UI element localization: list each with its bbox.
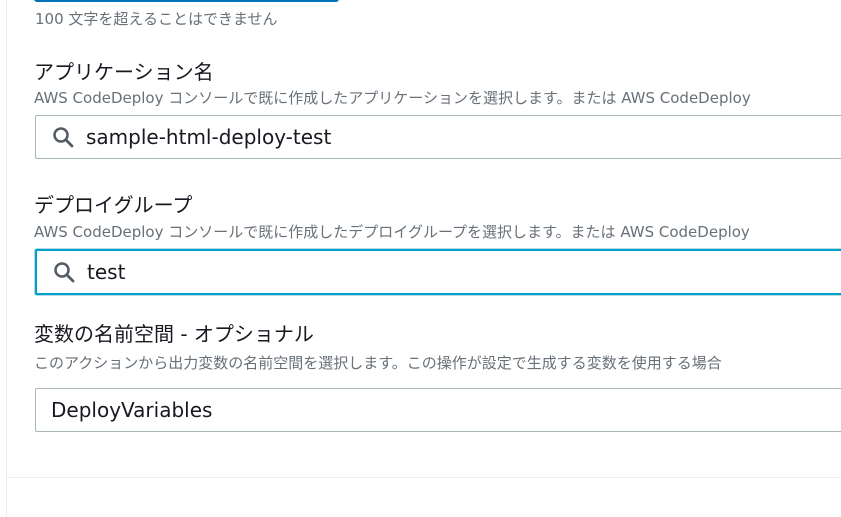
- panel-border: [0, 0, 7, 517]
- variable-namespace-label: 変数の名前空間 - オプショナル: [34, 322, 314, 346]
- previous-input-field[interactable]: [34, 0, 339, 2]
- application-name-search-input[interactable]: sample-html-deploy-test: [35, 115, 841, 159]
- application-name-label: アプリケーション名: [34, 60, 214, 84]
- section-divider: [7, 477, 841, 478]
- application-name-description: AWS CodeDeploy コンソールで既に作成したアプリケーションを選択しま…: [34, 89, 751, 107]
- variable-namespace-input[interactable]: DeployVariables: [35, 388, 841, 432]
- character-limit-text: 100 文字を超えることはできません: [35, 10, 278, 28]
- search-icon: [54, 262, 75, 283]
- search-icon: [53, 127, 74, 148]
- deployment-group-value: test: [87, 260, 126, 284]
- deployment-group-description: AWS CodeDeploy コンソールで既に作成したデプロイグループを選択しま…: [34, 223, 750, 241]
- variable-namespace-value: DeployVariables: [51, 398, 213, 422]
- deployment-group-search-input[interactable]: test: [35, 249, 841, 295]
- pipeline-deploy-form: 100 文字を超えることはできません アプリケーション名 AWS CodeDep…: [0, 0, 841, 517]
- application-name-value: sample-html-deploy-test: [86, 125, 332, 149]
- deployment-group-label: デプロイグループ: [34, 193, 193, 217]
- variable-namespace-description: このアクションから出力変数の名前空間を選択します。この操作が設定で生成する変数を…: [34, 354, 722, 372]
